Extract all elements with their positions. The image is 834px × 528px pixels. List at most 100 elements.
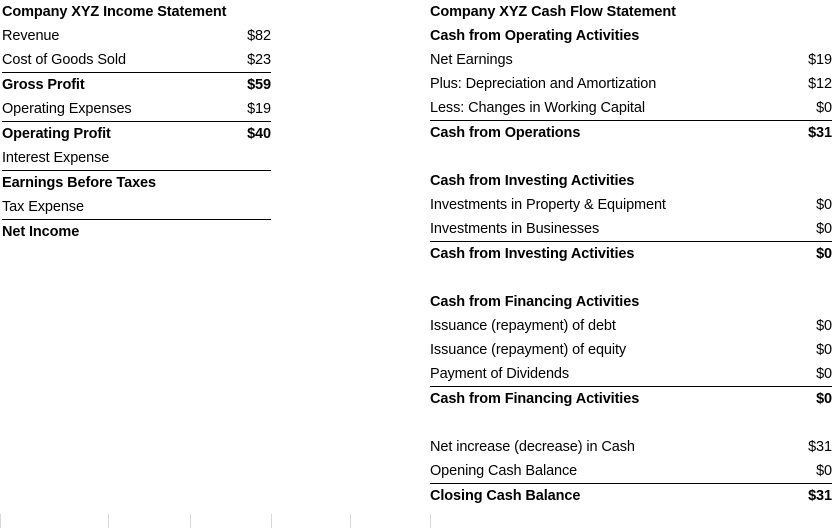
row-value: $0 bbox=[816, 197, 832, 213]
row-label: Cash from Financing Activities bbox=[430, 294, 640, 310]
row-label: Cash from Financing Activities bbox=[430, 386, 770, 411]
row-value bbox=[770, 24, 832, 48]
row-value: $0 bbox=[816, 221, 832, 237]
statement-row: Cash from Operating Activities bbox=[430, 24, 832, 48]
statement-row: Cash from Investing Activities $0 bbox=[430, 241, 832, 266]
row-value: $12 bbox=[808, 76, 832, 92]
spacer-row bbox=[430, 145, 832, 169]
row-label bbox=[430, 145, 770, 169]
row-label: Closing Cash Balance bbox=[430, 483, 770, 508]
row-label: Investments in Businesses bbox=[430, 221, 600, 237]
column-gridline-tick bbox=[0, 514, 1, 528]
row-value: $40 bbox=[216, 121, 271, 146]
row-label: Cash from Investing Activities bbox=[430, 241, 770, 266]
cashflow-statement-title: Company XYZ Cash Flow Statement bbox=[430, 4, 676, 20]
row-label: Issuance (repayment) of equity bbox=[430, 342, 627, 358]
row-label: Cost of Goods Sold bbox=[2, 52, 126, 68]
row-value bbox=[216, 195, 271, 220]
statement-row: Opening Cash Balance $0 bbox=[430, 459, 832, 484]
statement-row: Investments in Businesses $0 bbox=[430, 217, 832, 242]
income-statement-title: Company XYZ Income Statement bbox=[2, 4, 227, 20]
row-value bbox=[216, 170, 271, 195]
statement-row: Earnings Before Taxes bbox=[2, 170, 271, 195]
statement-row: Cost of Goods Sold $23 bbox=[2, 48, 271, 73]
statement-row: Interest Expense bbox=[2, 146, 271, 171]
cashflow-statement-block: Company XYZ Cash Flow Statement Cash fro… bbox=[430, 0, 832, 508]
row-label: Less: Changes in Working Capital bbox=[430, 100, 645, 116]
row-label: Revenue bbox=[2, 28, 60, 44]
row-value bbox=[770, 169, 832, 193]
row-label bbox=[430, 411, 770, 435]
row-value: $0 bbox=[816, 100, 832, 116]
column-gridline-tick bbox=[271, 514, 272, 528]
row-label: Issuance (repayment) of debt bbox=[430, 318, 616, 334]
row-value: $0 bbox=[816, 463, 832, 479]
row-value: $23 bbox=[247, 52, 271, 68]
row-value: $19 bbox=[247, 101, 271, 117]
row-label: Cash from Investing Activities bbox=[430, 173, 635, 189]
cashflow-statement-table: Cash from Operating Activities Net Earnin… bbox=[430, 24, 832, 508]
row-value bbox=[770, 145, 832, 169]
statement-row: Revenue $82 bbox=[2, 24, 271, 48]
row-value: $31 bbox=[808, 439, 832, 455]
row-value: $19 bbox=[808, 52, 832, 68]
statement-row: Cash from Financing Activities bbox=[430, 290, 832, 314]
row-value: $31 bbox=[770, 120, 832, 145]
row-value bbox=[770, 290, 832, 314]
statement-row: Operating Expenses $19 bbox=[2, 97, 271, 122]
row-label: Interest Expense bbox=[2, 150, 110, 166]
row-label: Net Income bbox=[2, 219, 216, 244]
column-gridline-tick bbox=[108, 514, 109, 528]
income-statement-table: Revenue $82 Cost of Goods Sold $23 Gross Pro… bbox=[2, 24, 271, 244]
cashflow-statement-rows: Cash from Operating Activities Net Earnin… bbox=[430, 24, 832, 508]
statement-row: Tax Expense bbox=[2, 195, 271, 220]
row-label: Cash from Operations bbox=[430, 120, 770, 145]
column-gridline-tick bbox=[350, 514, 351, 528]
statement-row: Net Earnings $19 bbox=[430, 48, 832, 72]
row-label: Net Earnings bbox=[430, 52, 513, 68]
column-gridline-tick bbox=[430, 514, 431, 528]
row-label: Cash from Operating Activities bbox=[430, 28, 640, 44]
row-value: $82 bbox=[247, 28, 271, 44]
row-value: $0 bbox=[816, 318, 832, 334]
row-value: $0 bbox=[770, 241, 832, 266]
statement-row: Investments in Property & Equipment $0 bbox=[430, 193, 832, 217]
row-label: Payment of Dividends bbox=[430, 366, 570, 382]
row-label: Tax Expense bbox=[2, 199, 84, 215]
column-gridline-tick bbox=[190, 514, 191, 528]
row-value bbox=[216, 219, 271, 244]
spacer-row bbox=[430, 266, 832, 290]
statement-row: Issuance (repayment) of equity $0 bbox=[430, 338, 832, 362]
row-value: $0 bbox=[770, 386, 832, 411]
income-statement-rows: Revenue $82 Cost of Goods Sold $23 Gross Pro… bbox=[2, 24, 271, 244]
row-label: Net increase (decrease) in Cash bbox=[430, 439, 635, 455]
statement-row: Issuance (repayment) of debt $0 bbox=[430, 314, 832, 338]
statement-row: Net increase (decrease) in Cash $31 bbox=[430, 435, 832, 459]
statement-row: Payment of Dividends $0 bbox=[430, 362, 832, 387]
row-value: $59 bbox=[216, 72, 271, 97]
row-value: $0 bbox=[816, 342, 832, 358]
statement-row: Gross Profit $59 bbox=[2, 72, 271, 97]
statement-row: Plus: Depreciation and Amortization $12 bbox=[430, 72, 832, 96]
row-value bbox=[770, 411, 832, 435]
row-label: Investments in Property & Equipment bbox=[430, 197, 666, 213]
row-label: Operating Expenses bbox=[2, 101, 132, 117]
statement-row: Cash from Financing Activities $0 bbox=[430, 386, 832, 411]
row-label bbox=[430, 266, 770, 290]
statement-row: Net Income bbox=[2, 219, 271, 244]
row-value: $31 bbox=[770, 483, 832, 508]
statement-row: Less: Changes in Working Capital $0 bbox=[430, 96, 832, 121]
statement-row: Cash from Operations $31 bbox=[430, 120, 832, 145]
income-statement-block: Company XYZ Income Statement Revenue $82 C… bbox=[2, 0, 271, 244]
row-label: Operating Profit bbox=[2, 121, 216, 146]
spreadsheet-column-gridlines bbox=[0, 512, 834, 528]
statement-row: Cash from Investing Activities bbox=[430, 169, 832, 193]
row-label: Gross Profit bbox=[2, 72, 216, 97]
statement-row: Closing Cash Balance $31 bbox=[430, 483, 832, 508]
row-value: $0 bbox=[816, 366, 832, 382]
row-label: Earnings Before Taxes bbox=[2, 170, 216, 195]
row-label: Opening Cash Balance bbox=[430, 463, 578, 479]
row-label: Plus: Depreciation and Amortization bbox=[430, 76, 657, 92]
row-value bbox=[770, 266, 832, 290]
spacer-row bbox=[430, 411, 832, 435]
